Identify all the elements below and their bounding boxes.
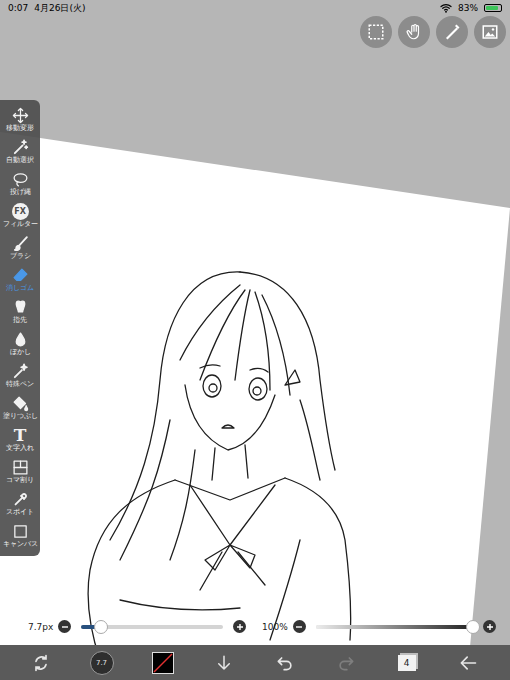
flip-button[interactable] [10,653,71,673]
slider-track[interactable] [316,625,473,629]
tool-item[interactable]: T文字入れ [0,424,40,456]
tool-label: ブラシ [10,252,31,261]
tool-item[interactable]: 指先 [0,296,40,328]
hand-icon [405,23,423,41]
tool-label: 移動変形 [6,124,34,133]
tool-label: 消しゴム [6,284,34,293]
layer-count: 4 [398,655,416,671]
swap-arrows-icon [31,653,51,673]
tool-label: キャンバス [3,540,38,549]
tool-icon [12,363,29,380]
line-art [88,272,351,660]
battery-icon [484,4,502,12]
selection-icon [367,23,385,41]
tool-icon [12,331,29,348]
tool-label: コマ割り [6,476,34,485]
tool-item[interactable]: コマ割り [0,456,40,488]
slider-fill [316,625,473,629]
tool-item[interactable]: ぼかし [0,328,40,360]
tool-item[interactable]: ブラシ [0,232,40,264]
tool-item[interactable]: 自動選択 [0,136,40,168]
tool-item[interactable]: キャンバス [0,520,40,552]
tool-icon [12,267,29,284]
plus-icon [486,623,494,631]
slider-thumb[interactable] [466,620,480,634]
tool-item[interactable]: FXフィルター [0,200,40,232]
slash-icon [153,653,173,673]
tool-icon [12,139,29,156]
slider: 7.7px [28,620,246,633]
slider: 100% [262,620,496,633]
selection-button[interactable] [360,16,392,48]
battery-percent: 83% [458,3,478,13]
tool-label: 塗りつぶし [3,412,38,421]
tool-item[interactable]: スポイト [0,488,40,520]
ruler-pen-icon [443,23,461,41]
undo-icon [275,653,295,673]
color-button[interactable] [132,652,193,674]
brush-size-preview: 7.7 [90,651,114,675]
canvas[interactable] [0,0,510,680]
down-arrow-icon [215,654,233,672]
back-button[interactable] [437,653,498,673]
redo-icon [336,653,356,673]
back-arrow-icon [458,653,478,673]
tool-icon [12,299,29,316]
tool-item[interactable]: 特殊ペン [0,360,40,392]
increase-button[interactable] [233,620,246,633]
status-date: 4月26日(火) [34,2,85,15]
brush-size-button[interactable]: 7.7 [71,651,132,675]
hand-button[interactable] [398,16,430,48]
slider-track[interactable] [81,625,223,629]
tool-item[interactable]: 移動変形 [0,104,40,136]
slider-reading: 7.7px [28,622,53,632]
tool-icon [12,459,29,476]
tool-icon [12,395,29,412]
tool-icon [12,235,29,252]
text-icon: T [14,427,27,444]
download-button[interactable] [193,654,254,672]
tool-label: 特殊ペン [6,380,34,389]
tool-palette: 移動変形自動選択投げ縄 FXフィルターブラシ消しゴム指先ぼかし特殊ペン塗りつぶし T… [0,100,40,556]
tool-icon [12,491,29,508]
ruler-button[interactable] [436,16,468,48]
increase-button[interactable] [483,620,496,633]
canvas-paper[interactable] [0,132,510,680]
image-icon [481,23,499,41]
tool-icon [12,107,29,124]
tool-icon [12,523,29,540]
status-bar: 0:07 4月26日(火) 83% [0,0,510,16]
reference-button[interactable] [474,16,506,48]
filter-icon: FX [12,203,29,220]
minus-icon [61,623,69,631]
bottom-toolbar: 7.74 [0,645,510,680]
plus-icon [236,623,244,631]
status-time: 0:07 [8,3,28,13]
redo-button[interactable] [315,653,376,673]
tool-label: スポイト [6,508,34,517]
ibispaint-screen: 0:07 4月26日(火) 83% 移動変形自動選択投げ縄 FXフィルターブラシ消しゴム… [0,0,510,680]
layers-button[interactable]: 4 [376,655,437,671]
brush-sliders: 7.7px 100% [28,620,496,633]
tool-label: 指先 [13,316,27,325]
tool-label: フィルター [3,220,38,229]
tool-item[interactable]: 塗りつぶし [0,392,40,424]
color-swatch [152,652,174,674]
top-toolbar [360,16,506,48]
tool-label: ぼかし [10,348,31,357]
minus-icon [295,623,303,631]
decrease-button[interactable] [293,620,306,633]
tool-icon [12,171,29,188]
slider-reading: 100% [262,622,288,632]
undo-button[interactable] [254,653,315,673]
tool-item[interactable]: 消しゴム [0,264,40,296]
decrease-button[interactable] [58,620,71,633]
tool-label: 投げ縄 [10,188,31,197]
tool-label: 文字入れ [6,444,34,453]
slider-thumb[interactable] [94,620,108,634]
tool-item[interactable]: 投げ縄 [0,168,40,200]
tool-label: 自動選択 [6,156,34,165]
wifi-icon [440,3,452,13]
